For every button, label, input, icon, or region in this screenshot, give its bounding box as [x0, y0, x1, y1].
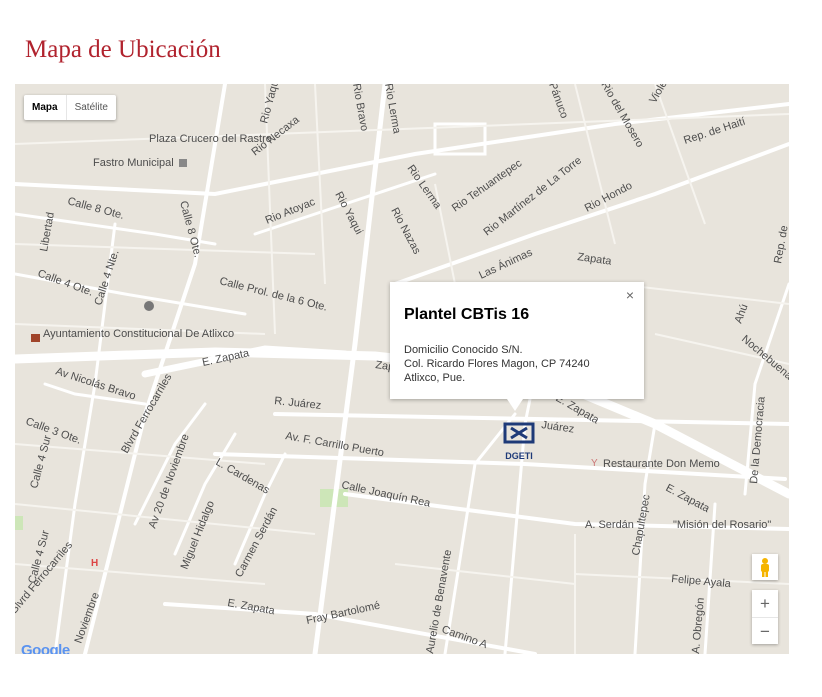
minor-road — [654, 84, 706, 225]
street-label: Pánuco — [546, 84, 570, 120]
poi-label: Ayuntamiento Constitucional De Atlixco — [43, 328, 234, 340]
street-label: Calle 4 Ote. — [36, 268, 95, 299]
info-window: × Plantel CBTis 16 Domicilio Conocido S/… — [390, 282, 644, 411]
zoom-out-button[interactable]: − — [752, 618, 778, 645]
marker-label: DGETI — [505, 451, 533, 461]
street-label: Rio Martínez de La Torre — [481, 154, 584, 238]
hospital-icon[interactable]: H — [91, 558, 98, 569]
close-icon[interactable]: × — [626, 287, 634, 303]
poi-label: "Misión del Rosario" — [673, 519, 771, 531]
street-label: Zapata — [577, 251, 613, 268]
info-window-address-line: Domicilio Conocido S/N. — [404, 344, 523, 356]
street-label: Felipe Ayala — [671, 573, 732, 590]
google-logo[interactable]: Google — [21, 642, 70, 654]
restaurant-icon[interactable]: Y — [591, 458, 598, 469]
location-marker[interactable]: DGETI — [499, 422, 539, 461]
minor-road — [394, 563, 576, 585]
minor-road — [314, 84, 326, 285]
street-label: Av 20 de Noviembre — [147, 432, 192, 530]
pegman-button[interactable] — [752, 554, 778, 580]
info-window-address-line: Col. Ricardo Flores Magon, CP 74240 — [404, 358, 590, 370]
poi-label: Restaurante Don Memo — [603, 458, 720, 470]
map-type-map-button[interactable]: Mapa — [24, 95, 66, 120]
street-label: R. Juárez — [274, 395, 322, 412]
street-label: Ahú — [733, 303, 751, 326]
map-type-satellite-button[interactable]: Satélite — [65, 95, 116, 120]
street-label: Nochebuena — [739, 333, 789, 383]
minor-road — [15, 243, 316, 255]
street-label: Rep. de Haití — [682, 116, 747, 147]
school-icon[interactable] — [144, 301, 154, 311]
info-window-address-line: Atlixco, Pue. — [404, 372, 466, 384]
government-icon[interactable] — [31, 334, 40, 342]
street-label: Rio Yaqui — [332, 190, 365, 237]
street-label: Blvrd Ferrocarriles — [119, 371, 175, 455]
info-window-title: Plantel CBTis 16 — [404, 306, 530, 323]
street-label: Rio Nazas — [388, 206, 423, 257]
dgeti-logo-icon — [503, 422, 535, 444]
street-label: Fastro Municipal — [93, 157, 174, 169]
street-label: E. Zapata — [664, 482, 713, 515]
street-label: E. Zapata — [226, 597, 276, 617]
street-label: Rep. de — [772, 224, 789, 264]
market-icon[interactable] — [179, 159, 187, 167]
zoom-control: + − — [752, 590, 778, 644]
street-label: Rio Lerma — [382, 84, 403, 135]
map-type-control: Mapa Satélite — [24, 95, 116, 120]
street-label: Calle 3 Ote. — [24, 416, 83, 447]
zoom-in-button[interactable]: + — [752, 590, 778, 618]
street-label: Rio Bravo — [350, 84, 370, 132]
street-label: A. Serdán — [585, 519, 634, 531]
street-label: Rio del Mosero — [598, 84, 645, 150]
pegman-icon — [761, 558, 769, 577]
map-view[interactable]: Plaza Crucero del Rastro Fastro Municipa… — [15, 84, 789, 654]
street-label: Plaza Crucero del Rastro — [149, 133, 272, 145]
street-label: De la Democracia — [748, 395, 768, 484]
page-title: Mapa de Ubicación — [25, 36, 221, 63]
street-label: Calle 4 Sur — [28, 434, 54, 490]
street-label: Rio Yaqui — [258, 84, 282, 125]
park-area — [15, 516, 23, 530]
street-label: Rio Lerma — [405, 163, 444, 212]
street-label: Calle 8 Ote. — [66, 195, 125, 222]
